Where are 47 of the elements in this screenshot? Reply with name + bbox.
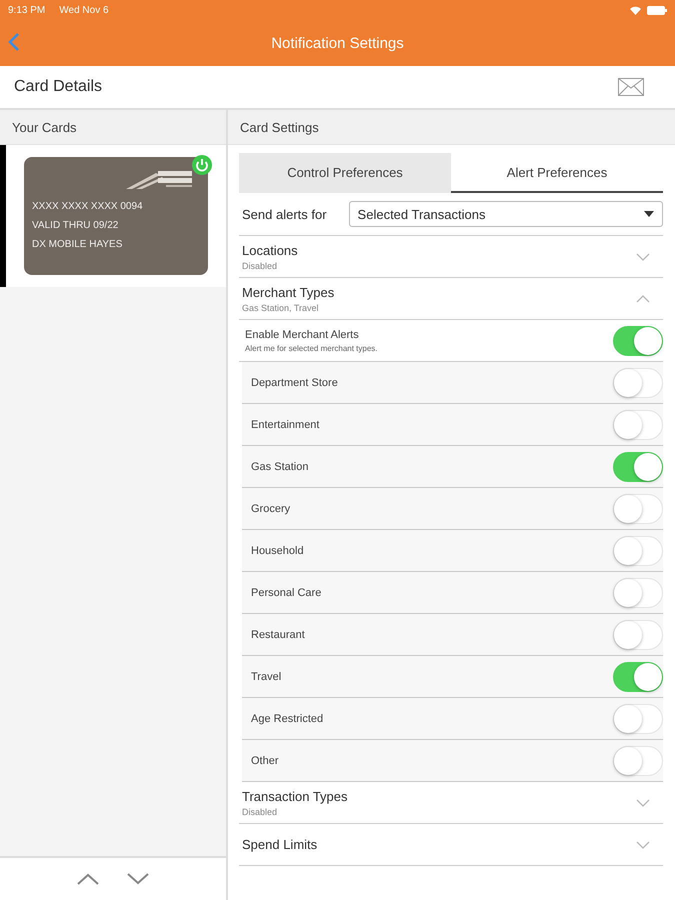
section-row[interactable]: Spend Limits xyxy=(239,824,663,866)
toggle-switch[interactable] xyxy=(613,452,663,482)
toggle-switch[interactable] xyxy=(613,662,663,692)
battery-icon xyxy=(647,6,667,14)
cardholder-name: DX MOBILE HAYES xyxy=(32,239,124,250)
section-title: Spend Limits xyxy=(242,837,318,852)
setting-label: Department Store xyxy=(251,376,338,388)
status-date: Wed Nov 6 xyxy=(59,4,109,16)
section-title: Locations xyxy=(242,242,298,258)
section-subtitle: Gas Station, Travel xyxy=(242,302,320,312)
setting-label: Travel xyxy=(251,670,282,682)
up-icon[interactable] xyxy=(77,873,99,885)
setting-label: Entertainment xyxy=(251,418,320,430)
setting-label: Age Restricted xyxy=(251,712,324,724)
back-icon[interactable] xyxy=(8,32,20,52)
nav-title: Notification Settings xyxy=(271,34,404,52)
card-expiry: VALID THRU 09/22 xyxy=(32,220,120,231)
setting-label: Other xyxy=(251,754,279,766)
tab[interactable]: Control Preferences xyxy=(239,153,451,193)
section-header: Card Settings xyxy=(228,110,675,145)
section-title: Transaction Types xyxy=(242,788,348,804)
card-item[interactable]: XXXX XXXX XXXX 0094 VALID THRU 09/22 DX MOBILE HAYES xyxy=(0,145,226,287)
setting-label: Gas Station xyxy=(251,460,308,472)
section-header: Your Cards xyxy=(0,110,226,145)
section-subtitle: Disabled xyxy=(242,260,278,270)
section-subtitle: Disabled xyxy=(242,806,278,816)
alerts-dropdown[interactable]: Selected Transactions xyxy=(348,201,663,227)
setting-label: Grocery xyxy=(251,502,290,514)
status-time: 9:13 PM xyxy=(8,4,46,16)
setting-label: Restaurant xyxy=(251,628,305,640)
setting-description: Alert me for selected merchant types. xyxy=(245,344,378,352)
setting-label: Household xyxy=(251,544,304,556)
power-icon[interactable] xyxy=(192,155,212,175)
setting-label: Enable Merchant Alerts xyxy=(245,328,360,340)
section-title: Merchant Types xyxy=(242,284,334,300)
down-icon[interactable] xyxy=(127,873,149,885)
setting-label: Personal Care xyxy=(251,586,322,598)
card-number: XXXX XXXX XXXX 0094 xyxy=(32,201,144,212)
toggle-switch[interactable] xyxy=(613,326,663,356)
page-title: Card Details xyxy=(14,78,102,96)
envelope-icon[interactable] xyxy=(618,78,644,96)
caret-icon xyxy=(644,211,654,217)
send-alerts-label: Send alerts for xyxy=(242,206,327,222)
section-row[interactable]: Transaction Types Disabled xyxy=(239,782,663,824)
section-row[interactable]: Locations Disabled xyxy=(239,236,663,278)
wifi-icon xyxy=(630,6,641,14)
section-row[interactable]: Merchant Types Gas Station, Travel xyxy=(239,278,663,320)
